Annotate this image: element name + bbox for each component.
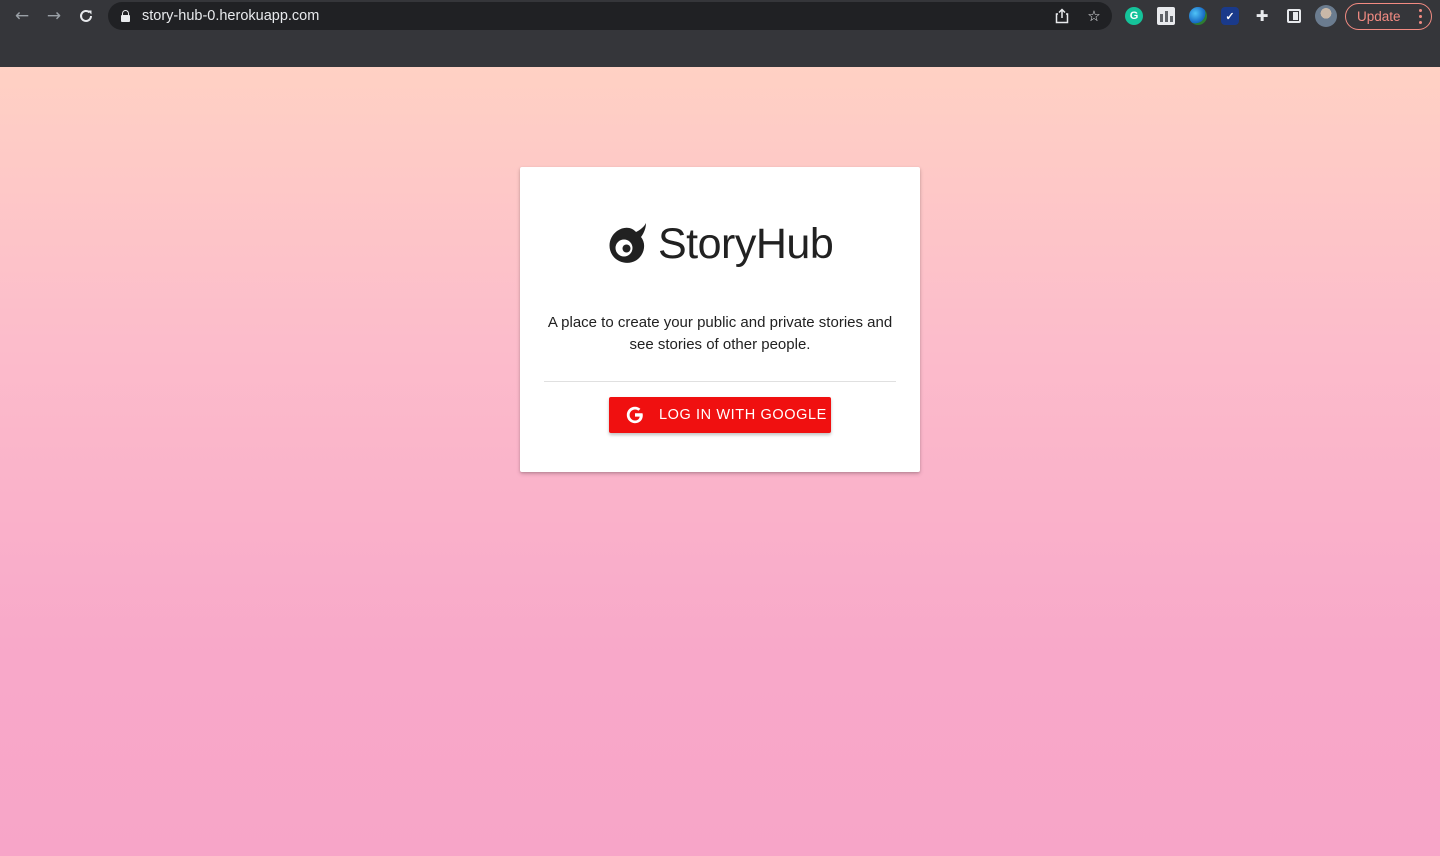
bar-chart-extension-icon[interactable] [1157,7,1175,25]
login-with-google-button[interactable]: LOG IN WITH GOOGLE [609,397,831,433]
grammarly-icon[interactable]: G [1125,7,1143,25]
comet-logo-icon [609,223,646,263]
bookmark-star-icon[interactable]: ☆ [1085,7,1103,25]
arrow-left-icon: ← [14,5,30,26]
browser-chrome: ← → story-hub-0.herokuapp.com ☆ G ✓ ✚ Up… [0,0,1440,67]
reload-button[interactable] [74,4,98,28]
profile-avatar[interactable] [1315,5,1337,27]
login-label: LOG IN WITH GOOGLE [659,407,827,423]
checkmark-extension-icon[interactable]: ✓ [1221,7,1239,25]
update-label: Update [1357,9,1401,24]
url-text[interactable]: story-hub-0.herokuapp.com [142,8,319,24]
tagline: A place to create your public and privat… [547,314,893,353]
side-panel-icon[interactable] [1287,9,1301,23]
browser-toolbar: ← → story-hub-0.herokuapp.com ☆ G ✓ ✚ Up… [0,0,1440,32]
page-background: StoryHub A place to create your public a… [0,67,1440,856]
divider [544,381,896,382]
address-bar[interactable]: story-hub-0.herokuapp.com ☆ [108,2,1112,30]
puzzle-icon[interactable]: ✚ [1253,7,1271,25]
globe-extension-icon[interactable] [1189,7,1207,25]
lock-icon [121,10,130,22]
menu-dots-icon [1419,9,1422,24]
storyhub-logo: StoryHub [604,219,834,269]
update-button[interactable]: Update [1345,3,1432,30]
back-button[interactable]: ← [10,4,34,28]
reload-icon [80,9,92,22]
arrow-right-icon: → [46,5,62,26]
brand-name: StoryHub [658,219,834,268]
share-icon[interactable] [1053,7,1071,25]
google-g-icon [626,406,643,424]
login-card: StoryHub A place to create your public a… [520,167,920,472]
forward-button[interactable]: → [42,4,66,28]
